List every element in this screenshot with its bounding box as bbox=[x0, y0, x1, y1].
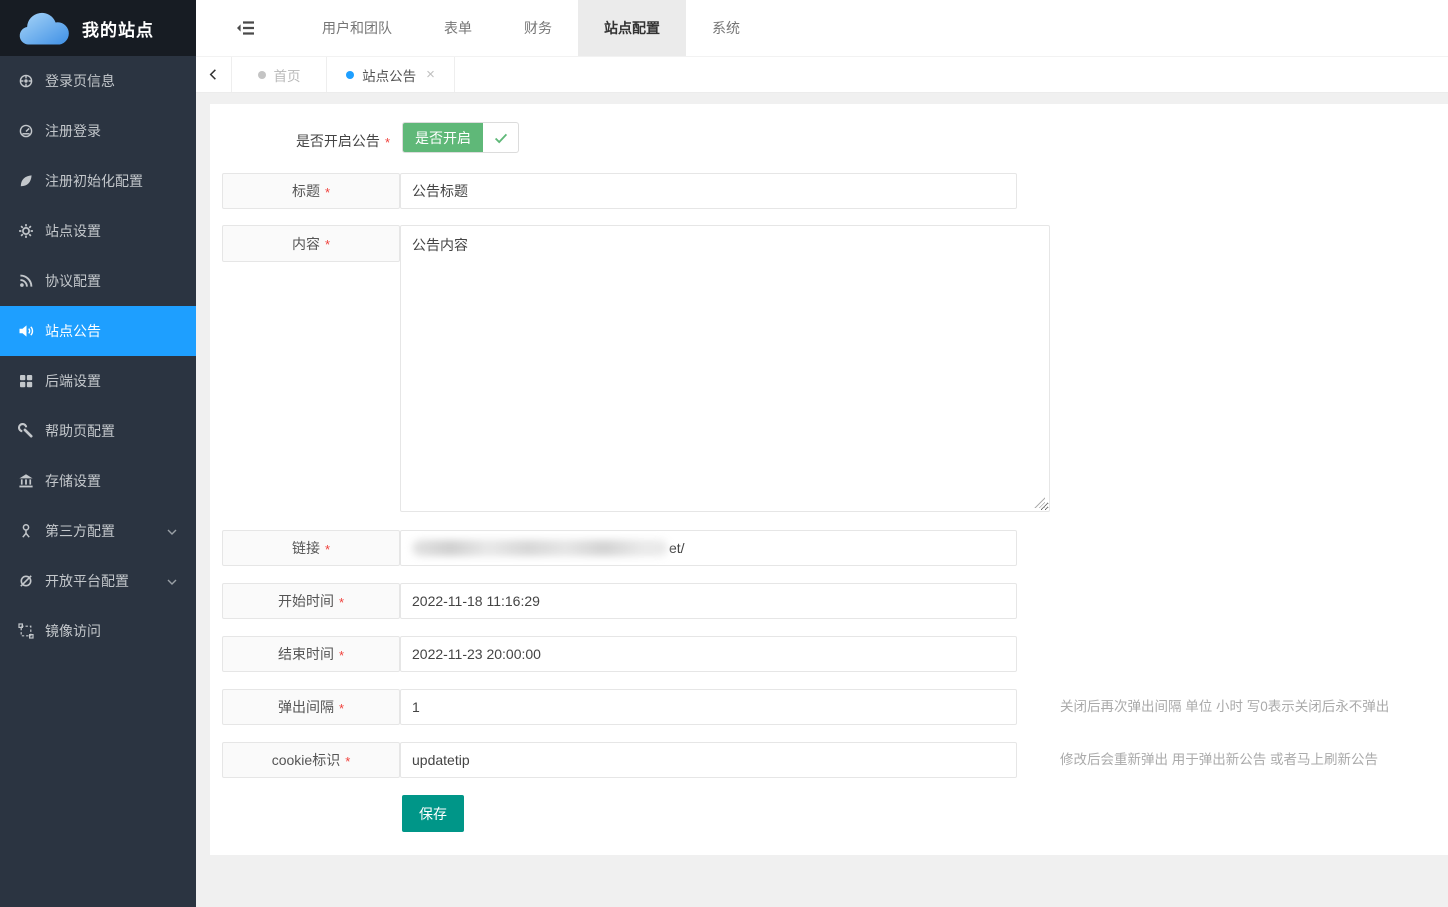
checkmark-icon bbox=[483, 123, 518, 152]
content-textarea[interactable]: 公告内容 bbox=[400, 225, 1050, 512]
sidebar-item-mirror-access[interactable]: 镜像访问 bbox=[0, 606, 196, 656]
tab-site-announcement[interactable]: 站点公告 × bbox=[327, 57, 455, 92]
sidebar-item-label: 镜像访问 bbox=[45, 621, 101, 641]
end-time-input[interactable] bbox=[400, 636, 1017, 672]
sidebar-item-label: 注册登录 bbox=[45, 121, 101, 141]
top-nav: 用户和团队 表单 财务 站点配置 系统 bbox=[296, 0, 766, 56]
nav-item-system[interactable]: 系统 bbox=[686, 0, 766, 56]
user-icon bbox=[18, 523, 34, 539]
chevron-down-icon bbox=[166, 525, 178, 537]
sidebar-item-label: 帮助页配置 bbox=[45, 421, 115, 441]
gear-icon bbox=[18, 223, 34, 239]
bank-icon bbox=[18, 473, 34, 489]
wrench-icon bbox=[18, 423, 34, 439]
tab-dot bbox=[258, 71, 266, 79]
sidebar-item-register-login[interactable]: 注册登录 bbox=[0, 106, 196, 156]
collapse-menu-icon[interactable] bbox=[196, 0, 296, 56]
sidebar-item-open-platform-config[interactable]: 开放平台配置 bbox=[0, 556, 196, 606]
nav-item-forms[interactable]: 表单 bbox=[418, 0, 498, 56]
sidebar-item-register-init-config[interactable]: 注册初始化配置 bbox=[0, 156, 196, 206]
field-label-end-time: 结束时间 bbox=[222, 636, 400, 672]
grid-icon bbox=[18, 373, 34, 389]
tab-dot bbox=[346, 71, 354, 79]
pen-icon bbox=[18, 173, 34, 189]
nav-item-site-config[interactable]: 站点配置 bbox=[578, 0, 686, 56]
tab-home[interactable]: 首页 bbox=[232, 57, 327, 92]
sidebar-item-third-party-config[interactable]: 第三方配置 bbox=[0, 506, 196, 556]
crop-icon bbox=[18, 623, 34, 639]
link-input[interactable]: et/ bbox=[400, 530, 1017, 566]
field-label-start-time: 开始时间 bbox=[222, 583, 400, 619]
tab-label: 站点公告 bbox=[362, 65, 416, 85]
link-visible-text: et/ bbox=[669, 540, 685, 556]
content-area: 是否开启公告 是否开启 标题 内容 公告内容 链接 et/ bbox=[196, 94, 1448, 907]
sidebar-item-label: 存储设置 bbox=[45, 471, 101, 491]
sidebar-item-login-page-info[interactable]: 登录页信息 bbox=[0, 56, 196, 106]
tab-bar: 首页 站点公告 × bbox=[196, 56, 1448, 93]
redacted-text-blur bbox=[412, 540, 668, 556]
tab-scroll-left-icon[interactable] bbox=[196, 57, 232, 92]
sidebar-item-label: 站点设置 bbox=[45, 221, 101, 241]
speaker-icon bbox=[18, 323, 34, 339]
enable-announcement-switch[interactable]: 是否开启 bbox=[402, 122, 519, 153]
sidebar-item-storage-settings[interactable]: 存储设置 bbox=[0, 456, 196, 506]
cookie-key-hint: 修改后会重新弹出 用于弹出新公告 或者马上刷新公告 bbox=[1060, 742, 1378, 778]
rss-icon bbox=[18, 273, 34, 289]
app-logo: 我的站点 bbox=[0, 0, 196, 56]
popup-interval-hint: 关闭后再次弹出间隔 单位 小时 写0表示关闭后永不弹出 bbox=[1060, 689, 1389, 725]
sidebar-item-label: 站点公告 bbox=[45, 321, 101, 341]
title-input[interactable] bbox=[400, 173, 1017, 209]
top-header: 用户和团队 表单 财务 站点配置 系统 bbox=[196, 0, 1448, 56]
close-icon[interactable]: × bbox=[426, 67, 435, 82]
sidebar-item-backend-settings[interactable]: 后端设置 bbox=[0, 356, 196, 406]
field-label-title: 标题 bbox=[222, 173, 400, 209]
sidebar-item-label: 第三方配置 bbox=[45, 521, 115, 541]
sidebar-item-protocol-config[interactable]: 协议配置 bbox=[0, 256, 196, 306]
field-label-enable-announcement: 是否开启公告 bbox=[210, 131, 390, 151]
sidebar-item-label: 协议配置 bbox=[45, 271, 101, 291]
sidebar-item-label: 开放平台配置 bbox=[45, 571, 129, 591]
field-label-link: 链接 bbox=[222, 530, 400, 566]
helm-icon bbox=[18, 73, 34, 89]
chevron-down-icon bbox=[166, 575, 178, 587]
popup-interval-input[interactable] bbox=[400, 689, 1017, 725]
sidebar-item-label: 注册初始化配置 bbox=[45, 171, 143, 191]
cloud-logo-icon bbox=[16, 8, 74, 48]
form-card: 是否开启公告 是否开启 标题 内容 公告内容 链接 et/ bbox=[210, 104, 1448, 855]
sidebar-item-label: 登录页信息 bbox=[45, 71, 115, 91]
switch-on-label: 是否开启 bbox=[403, 123, 483, 152]
sidebar: 我的站点 登录页信息 注册登录 注册初始化配置 站点设置 协议配置 站点公告 bbox=[0, 0, 196, 907]
dashboard-icon bbox=[18, 123, 34, 139]
sidebar-menu: 登录页信息 注册登录 注册初始化配置 站点设置 协议配置 站点公告 后端设置 bbox=[0, 56, 196, 656]
start-time-input[interactable] bbox=[400, 583, 1017, 619]
cookie-key-input[interactable] bbox=[400, 742, 1017, 778]
sidebar-item-site-announcement[interactable]: 站点公告 bbox=[0, 306, 196, 356]
sidebar-item-label: 后端设置 bbox=[45, 371, 101, 391]
circle-slash-icon bbox=[18, 573, 34, 589]
field-label-popup-interval: 弹出间隔 bbox=[222, 689, 400, 725]
tab-label: 首页 bbox=[274, 65, 301, 85]
nav-item-finance[interactable]: 财务 bbox=[498, 0, 578, 56]
app-title: 我的站点 bbox=[82, 16, 154, 41]
sidebar-item-site-settings[interactable]: 站点设置 bbox=[0, 206, 196, 256]
field-label-cookie-key: cookie标识 bbox=[222, 742, 400, 778]
nav-item-users-teams[interactable]: 用户和团队 bbox=[296, 0, 418, 56]
sidebar-item-help-page-config[interactable]: 帮助页配置 bbox=[0, 406, 196, 456]
field-label-content: 内容 bbox=[222, 225, 400, 262]
save-button[interactable]: 保存 bbox=[402, 795, 464, 832]
